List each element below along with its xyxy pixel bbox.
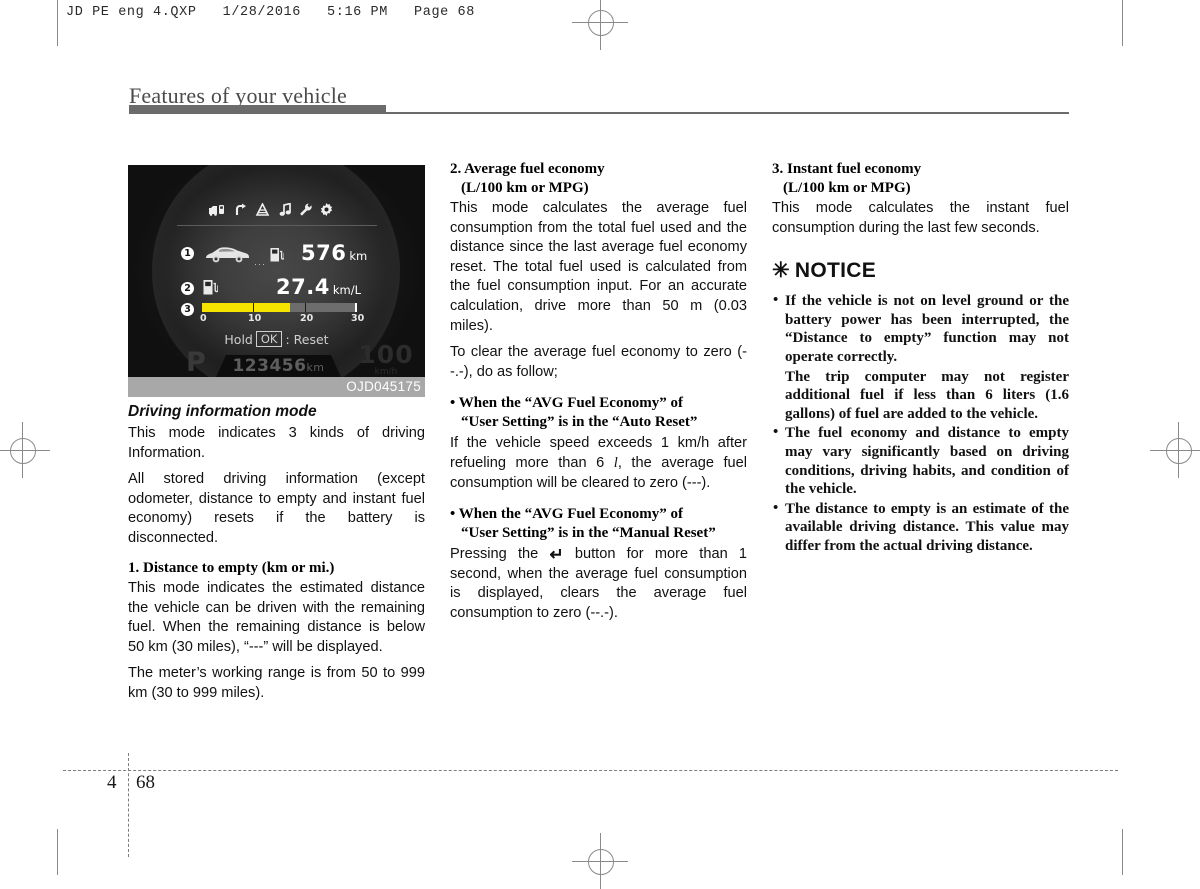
fuel-pump-icon	[270, 247, 285, 267]
row2-badge: 2	[181, 282, 194, 295]
turn-arrow-icon	[234, 203, 246, 216]
bullet-icon: •	[773, 292, 779, 309]
instant-fuel-economy-heading: 3. Instant fuel economy (L/100 km or MPG…	[772, 161, 922, 196]
fuel-economy-bar-gauge	[202, 303, 357, 312]
gauge-fill	[202, 303, 290, 312]
header-rule	[57, 0, 58, 40]
document-page: JD PE eng 4.QXP 1/28/2016 5:16 PM Page 6…	[0, 0, 1200, 889]
bullet-icon: •	[773, 499, 779, 516]
average-fuel-economy-heading: 2. Average fuel economy (L/100 km or MPG…	[450, 161, 605, 196]
footer-rule	[63, 770, 1118, 771]
car-to-pump-dots: ···	[254, 259, 266, 269]
col2-paragraph-1: This mode calculates the average fuel co…	[450, 200, 747, 334]
col1-paragraph-4: The meter’s working range is from 50 to …	[128, 665, 425, 702]
crop-mark-top-right	[1122, 0, 1123, 46]
column-one: Driving information mode This mode indic…	[128, 403, 425, 704]
gear-position-indicator: P	[186, 347, 206, 377]
registration-mark-left	[0, 422, 50, 478]
column-two: 2. Average fuel economy (L/100 km or MPG…	[450, 160, 747, 624]
manual-reset-bullet-heading: • When the “AVG Fuel Economy” of “User S…	[450, 506, 716, 542]
registration-mark-bottom	[572, 833, 628, 889]
asterisk-icon: ✳	[772, 259, 790, 283]
reset-label: : Reset	[285, 332, 329, 347]
cluster-row-distance-to-empty: 1 ··· 576 km	[181, 241, 381, 269]
crop-mark-bottom-right	[1122, 829, 1123, 875]
list-item: • The fuel economy and distance to empty…	[773, 424, 1069, 498]
col1-paragraph-2: All stored driving information (except o…	[128, 471, 425, 546]
col2-paragraph-3: If the vehicle speed exceeds 1 km/h afte…	[450, 435, 747, 491]
row3-badge: 3	[181, 303, 194, 316]
ok-key-box: OK	[255, 331, 283, 347]
crop-mark-bottom-left	[57, 829, 58, 875]
odometer-reading: 123456km	[232, 356, 325, 376]
wrench-icon	[299, 203, 312, 216]
driving-information-mode-heading: Driving information mode	[128, 403, 317, 420]
trip-computer-icon	[208, 203, 226, 216]
col1-paragraph-1: This mode indicates 3 kinds of driving I…	[128, 425, 425, 461]
column-three: 3. Instant fuel economy (L/100 km or MPG…	[772, 160, 1069, 557]
title-rule	[129, 112, 1069, 114]
notice-list: • If the vehicle is not on level ground …	[772, 292, 1069, 555]
cluster-icon-row	[208, 203, 348, 216]
col2-paragraph-4: Pressing the ↵ button for more than 1 se…	[450, 545, 747, 621]
cluster-row-average-fuel-economy: 2 27.4 km/L	[181, 275, 381, 301]
auto-reset-bullet-heading: • When the “AVG Fuel Economy” of “User S…	[450, 395, 698, 431]
row1-badge: 1	[181, 247, 194, 260]
cluster-screen: 1 ··· 576 km 2 27.4 km/L 3 0 10 20 30 Ho…	[128, 165, 425, 377]
registration-mark-top	[572, 0, 628, 50]
chapter-number: 4	[107, 772, 117, 793]
distance-to-empty-heading: 1. Distance to empty (km or mi.)	[128, 559, 335, 576]
page-number: 68	[136, 772, 155, 793]
distance-to-empty-value: 576 km	[301, 241, 368, 265]
print-header: JD PE eng 4.QXP 1/28/2016 5:16 PM Page 6…	[66, 5, 475, 20]
bullet-icon: •	[773, 424, 779, 441]
cluster-divider	[177, 225, 377, 226]
col1-paragraph-3: This mode indicates the estimated distan…	[128, 580, 425, 655]
instrument-cluster-figure: 1 ··· 576 km 2 27.4 km/L 3 0 10 20 30 Ho…	[128, 165, 425, 397]
hold-label: Hold	[224, 332, 253, 347]
registration-mark-right	[1150, 422, 1200, 478]
music-note-icon	[279, 203, 291, 216]
average-fuel-economy-value: 27.4 km/L	[276, 275, 361, 299]
figure-caption-code: OJD045175	[346, 379, 421, 394]
col3-paragraph-1: This mode calculates the instant fuel co…	[772, 200, 1069, 236]
fuel-pump-icon-2	[203, 279, 219, 300]
cluster-row-instant-fuel-economy-gauge: 3 0 10 20 30	[181, 301, 391, 329]
gauge-scale-labels: 0 10 20 30	[200, 313, 365, 324]
gear-icon	[320, 203, 333, 216]
lane-assist-icon	[254, 203, 271, 216]
enter-button-icon: ↵	[549, 545, 564, 565]
car-icon	[203, 245, 251, 268]
col2-paragraph-2: To clear the average fuel economy to zer…	[450, 344, 747, 380]
notice-heading: ✳ NOTICE	[772, 259, 877, 283]
list-item: • If the vehicle is not on level ground …	[773, 292, 1069, 422]
footer-vertical-rule	[128, 753, 129, 857]
speedometer-readout: 100 km/h	[358, 340, 414, 377]
list-item: • The distance to empty is an estimate o…	[773, 499, 1069, 554]
